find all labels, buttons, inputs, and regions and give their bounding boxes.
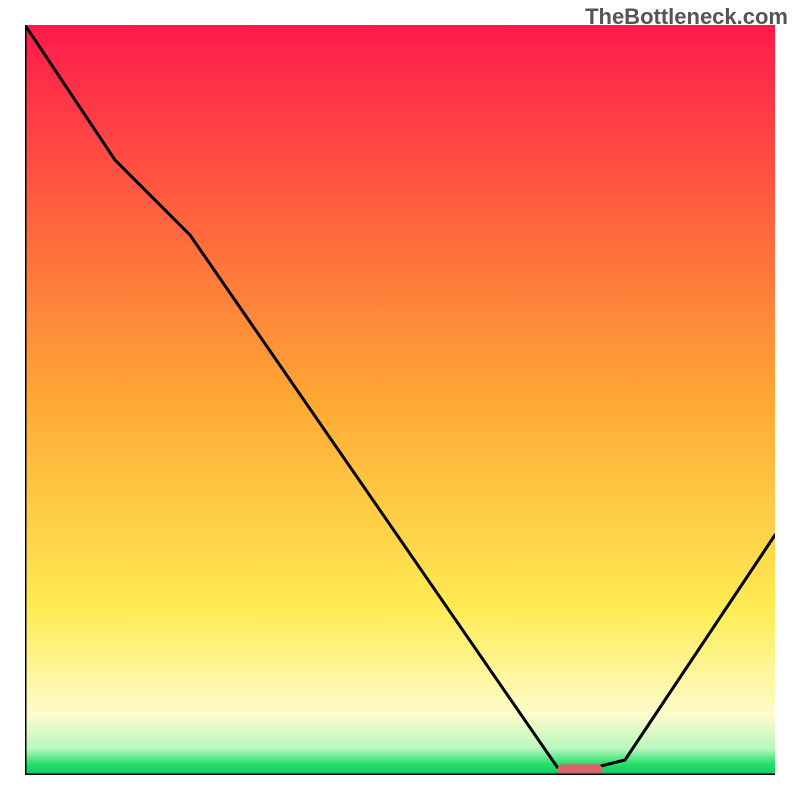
gradient-background bbox=[25, 25, 775, 775]
chart-svg bbox=[25, 25, 775, 775]
optimal-marker bbox=[558, 764, 603, 775]
plot-area bbox=[25, 25, 775, 775]
watermark-text: TheBottleneck.com bbox=[585, 4, 788, 30]
chart-container: TheBottleneck.com bbox=[0, 0, 800, 800]
